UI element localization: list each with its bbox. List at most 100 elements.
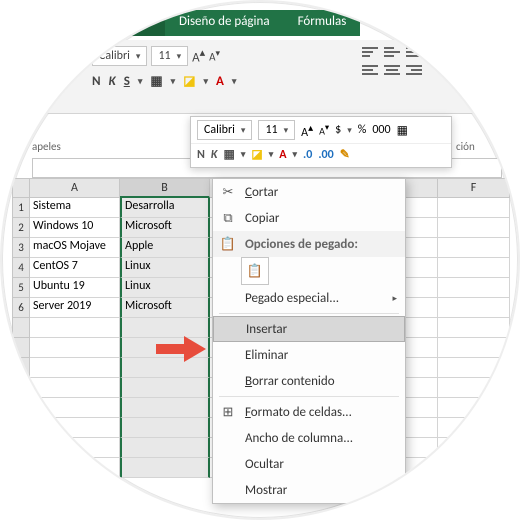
cell[interactable]: macOS Mojave <box>30 238 120 258</box>
cell[interactable] <box>438 358 510 378</box>
ctx-show[interactable]: Mostrar <box>213 477 405 503</box>
cell[interactable]: Ubuntu 19 <box>30 278 120 298</box>
ctx-paste-special[interactable]: Pegado especial...▸ <box>213 285 405 311</box>
shrink-font-icon[interactable]: A▾ <box>209 48 220 64</box>
cell[interactable] <box>438 258 510 278</box>
cell[interactable] <box>30 458 120 478</box>
shrink-font-icon[interactable]: A▾ <box>319 122 329 137</box>
ctx-copy[interactable]: ⧉Copiar <box>213 205 405 231</box>
cell[interactable] <box>120 378 210 398</box>
grow-font-icon[interactable]: A▴ <box>192 46 205 65</box>
ctx-format-cells[interactable]: ⊞Formato de celdas... <box>213 399 405 425</box>
cell[interactable] <box>438 278 510 298</box>
cell[interactable] <box>120 438 210 458</box>
row-header[interactable]: 2 <box>12 218 30 238</box>
cell[interactable] <box>120 318 210 338</box>
bold-button[interactable]: N <box>92 74 101 89</box>
thousands-icon[interactable]: 000 <box>372 123 390 137</box>
cell[interactable] <box>438 338 510 358</box>
cell[interactable] <box>120 458 210 478</box>
font-color-icon[interactable]: A <box>216 74 224 89</box>
align-middle-icon[interactable] <box>384 46 400 58</box>
row-header[interactable]: 6 <box>12 298 30 318</box>
cell[interactable]: CentOS 7 <box>30 258 120 278</box>
cell[interactable] <box>438 418 510 438</box>
cell[interactable]: Linux <box>120 258 210 278</box>
italic-button[interactable]: K <box>109 74 116 89</box>
mini-size-select[interactable]: 11▾ <box>258 120 295 140</box>
ribbon-tab-insert[interactable]: tar <box>122 10 165 36</box>
row-header[interactable]: 1 <box>12 198 30 218</box>
bold-button[interactable]: N <box>197 148 205 162</box>
format-painter-icon[interactable]: ✎ <box>340 147 350 162</box>
cell[interactable] <box>438 298 510 318</box>
fill-color-icon[interactable]: ◪ <box>183 74 195 89</box>
row-header[interactable]: 5 <box>12 278 30 298</box>
align-center-icon[interactable] <box>384 64 400 76</box>
cell[interactable] <box>120 398 210 418</box>
underline-button[interactable]: S <box>124 74 130 89</box>
fill-color-icon[interactable]: ◪ <box>251 147 262 162</box>
cell[interactable]: Server 2019 <box>30 298 120 318</box>
ctx-hide[interactable]: Ocultar <box>213 451 405 477</box>
column-header-A[interactable]: A <box>30 178 120 198</box>
ribbon-tab-page-layout[interactable]: Diseño de página <box>165 10 284 36</box>
ctx-column-width[interactable]: Ancho de columna... <box>213 425 405 451</box>
percent-icon[interactable]: % <box>358 123 367 137</box>
row-header[interactable] <box>12 458 30 478</box>
row-header[interactable] <box>12 358 30 378</box>
decrease-decimal-icon[interactable]: .0 <box>303 148 312 162</box>
paste-option-button[interactable]: 📋 <box>241 257 269 285</box>
column-header-B[interactable]: B <box>120 178 210 198</box>
cell[interactable] <box>438 198 510 218</box>
row-header[interactable] <box>12 438 30 458</box>
cell[interactable] <box>30 398 120 418</box>
currency-icon[interactable]: $ <box>335 123 341 137</box>
mini-font-select[interactable]: Calibri▾ <box>197 120 252 140</box>
cell[interactable]: Apple <box>120 238 210 258</box>
cell[interactable] <box>438 458 510 478</box>
cell[interactable] <box>30 378 120 398</box>
cell[interactable] <box>438 238 510 258</box>
table-format-icon[interactable]: ▦ <box>397 123 408 138</box>
grow-font-icon[interactable]: A▴ <box>301 121 313 140</box>
ctx-cut[interactable]: ✂Cortar <box>213 179 405 205</box>
cell[interactable] <box>30 338 120 358</box>
cell[interactable] <box>438 318 510 338</box>
row-header[interactable]: 4 <box>12 258 30 278</box>
cell[interactable] <box>120 418 210 438</box>
cell[interactable] <box>30 418 120 438</box>
cell[interactable]: Desarrolla <box>120 198 210 218</box>
cell[interactable] <box>438 398 510 418</box>
ribbon-tab-formulas[interactable]: Fórmulas <box>284 10 361 36</box>
cell[interactable] <box>30 358 120 378</box>
italic-button[interactable]: K <box>211 148 218 162</box>
borders-icon[interactable]: ▦ <box>223 147 234 162</box>
column-header-F[interactable]: F <box>438 178 510 198</box>
ctx-insert[interactable]: Insertar <box>213 316 405 342</box>
select-all-corner[interactable] <box>12 178 30 198</box>
align-left-icon[interactable] <box>362 64 378 76</box>
font-name-select[interactable]: Calibri▾ <box>92 46 147 66</box>
row-header[interactable]: 3 <box>12 238 30 258</box>
cell[interactable]: Sistema <box>30 198 120 218</box>
row-header[interactable] <box>12 318 30 338</box>
cell[interactable]: Microsoft <box>120 298 210 318</box>
font-size-select[interactable]: 11▾ <box>151 46 188 66</box>
cell[interactable] <box>30 438 120 458</box>
row-header[interactable] <box>12 378 30 398</box>
cell[interactable] <box>438 378 510 398</box>
row-header[interactable] <box>12 338 30 358</box>
align-right-icon[interactable] <box>406 64 422 76</box>
cell[interactable]: Microsoft <box>120 218 210 238</box>
increase-decimal-icon[interactable]: .00 <box>318 148 333 162</box>
cell[interactable] <box>438 218 510 238</box>
row-header[interactable] <box>12 398 30 418</box>
ctx-delete[interactable]: Eliminar <box>213 342 405 368</box>
align-top-icon[interactable] <box>362 46 378 58</box>
cell[interactable] <box>438 438 510 458</box>
ctx-clear[interactable]: Borrar contenido <box>213 368 405 394</box>
align-bottom-icon[interactable] <box>406 46 422 58</box>
borders-icon[interactable]: ▦ <box>150 74 162 89</box>
row-header[interactable] <box>12 418 30 438</box>
